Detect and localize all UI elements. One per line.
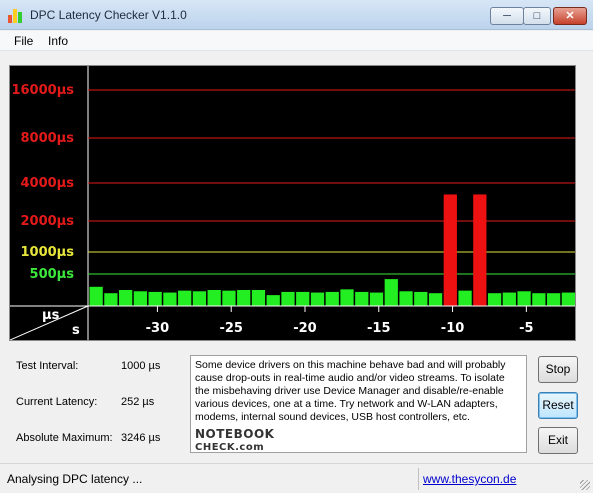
y-level-label: 1000µs [21, 245, 75, 260]
x-tick-label: -15 [367, 321, 391, 336]
latency-bar [104, 293, 118, 306]
latency-bar [399, 291, 413, 306]
absolute-max-value: 3246 µs [121, 432, 161, 444]
test-interval-label: Test Interval: [16, 360, 79, 372]
menu-file[interactable]: File [14, 34, 33, 48]
menu-info[interactable]: Info [48, 34, 68, 48]
notebookcheck-logo: NOTEBOOK CHECK.com [195, 428, 274, 454]
latency-bar [369, 292, 384, 306]
absolute-max-label: Absolute Maximum: [16, 432, 113, 444]
latency-bar [325, 291, 339, 306]
latency-bar [340, 289, 354, 306]
latency-bar [133, 291, 148, 306]
x-tick-label: -25 [219, 321, 243, 336]
y-level-label: 16000µs [11, 83, 74, 98]
latency-bar [355, 291, 369, 306]
y-level-label: 2000µs [21, 214, 75, 229]
latency-bar [251, 290, 266, 306]
latency-bar [89, 286, 103, 306]
exit-button[interactable]: Exit [538, 427, 578, 454]
axis-corner-s: s [72, 323, 80, 338]
current-latency-label: Current Latency: [16, 396, 98, 408]
title-bar: DPC Latency Checker V1.1.0 ─ □ ✕ [0, 0, 593, 30]
x-tick-label: -30 [146, 321, 170, 336]
latency-bar [192, 291, 207, 306]
y-level-label: 8000µs [21, 131, 75, 146]
y-level-label: 4000µs [21, 176, 75, 191]
latency-bar [517, 291, 531, 306]
latency-bar [532, 293, 546, 306]
menu-bar: File Info [0, 31, 593, 51]
logo-line2: CHECK.com [195, 442, 265, 453]
message-box: Some device drivers on this machine beha… [190, 355, 527, 453]
latency-bar [310, 292, 325, 306]
y-level-label: 500µs [30, 267, 75, 282]
reset-button[interactable]: Reset [538, 392, 578, 419]
latency-bar [148, 291, 162, 306]
x-tick-label: -20 [293, 321, 317, 336]
bar-chart-icon [8, 9, 24, 23]
website-link[interactable]: www.thesycon.de [423, 472, 516, 486]
latency-bar [487, 293, 502, 306]
test-interval-value: 1000 µs [121, 360, 161, 372]
status-bar: Analysing DPC latency ... www.thesycon.d… [0, 463, 593, 493]
latency-bar [546, 293, 561, 306]
stop-button[interactable]: Stop [538, 356, 578, 383]
latency-bar [428, 293, 443, 306]
latency-bar [296, 291, 310, 306]
status-text: Analysing DPC latency ... [7, 472, 143, 486]
latency-bar [458, 290, 472, 306]
latency-bar [502, 292, 516, 306]
x-tick-label: -10 [441, 321, 465, 336]
maximize-button[interactable]: □ [523, 7, 551, 25]
status-separator [418, 468, 419, 490]
latency-chart: 16000µs 8000µs 4000µs 2000µs 1000µs 500µs µs s -… [9, 65, 576, 341]
latency-bar [473, 194, 487, 306]
axis-corner-us: µs [42, 308, 60, 323]
latency-bar [443, 194, 457, 306]
minimize-button[interactable]: ─ [490, 7, 524, 25]
latency-chart-svg: 16000µs 8000µs 4000µs 2000µs 1000µs 500µs µss -… [9, 66, 575, 341]
latency-bar [163, 292, 177, 306]
current-latency-value: 252 µs [121, 396, 155, 408]
close-button[interactable]: ✕ [553, 7, 587, 25]
latency-bar [207, 290, 221, 306]
latency-bar [178, 290, 192, 306]
latency-bar [281, 291, 295, 306]
message-text: Some device drivers on this machine beha… [195, 359, 506, 423]
resize-grip[interactable] [580, 480, 590, 490]
latency-bar [119, 290, 133, 306]
latency-bar [266, 295, 280, 306]
latency-bar [414, 291, 428, 306]
logo-line1: NOTEBOOK [195, 427, 275, 441]
latency-bar [561, 292, 575, 306]
latency-bar [222, 290, 236, 306]
latency-bar [237, 290, 251, 306]
latency-bar [384, 279, 398, 306]
x-tick-label: -5 [519, 321, 533, 336]
window-title: DPC Latency Checker V1.1.0 [30, 8, 187, 22]
